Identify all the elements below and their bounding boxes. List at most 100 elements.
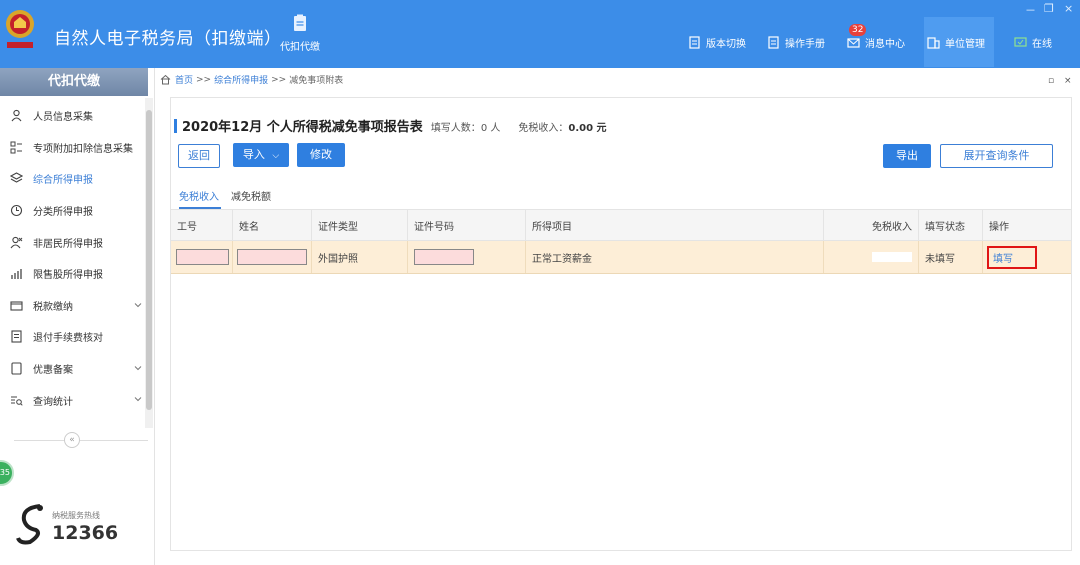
sidebar-item-nonresident-income[interactable]: 非居民所得申报 xyxy=(0,226,154,258)
tax-emblem-logo xyxy=(6,10,34,48)
clock-icon xyxy=(10,205,23,217)
sidebar-item-label: 退付手续费核对 xyxy=(33,333,103,345)
data-table: 工号 姓名 证件类型 证件号码 所得项目 免税收入 填写状态 操作 外国护照 正… xyxy=(171,209,1071,274)
tab-restore-button[interactable]: ▫ xyxy=(1048,76,1054,86)
table-header-row: 工号 姓名 证件类型 证件号码 所得项目 免税收入 填写状态 操作 xyxy=(171,209,1071,241)
tab-exempt-income[interactable]: 免税收入 xyxy=(179,188,221,209)
sidebar-scroll-thumb[interactable] xyxy=(146,110,152,410)
sidebar-item-refund-fee[interactable]: 退付手续费核对 xyxy=(0,321,154,353)
building-icon xyxy=(927,36,940,49)
module-withholding-button[interactable]: 代扣代缴 xyxy=(274,14,326,53)
unit-management-button[interactable]: 单位管理 xyxy=(924,17,994,67)
version-switch-button[interactable]: 版本切换 xyxy=(688,17,746,67)
sidebar-item-label: 人员信息采集 xyxy=(33,112,93,124)
minimize-button[interactable]: － xyxy=(1025,2,1036,18)
action-cell: 填写 xyxy=(983,241,1071,273)
sidebar-item-comprehensive-income[interactable]: 综合所得申报 xyxy=(0,163,154,195)
version-switch-label: 版本切换 xyxy=(706,38,746,50)
export-button[interactable]: 导出 xyxy=(883,144,931,168)
manual-button[interactable]: 操作手册 xyxy=(767,17,825,67)
manual-label: 操作手册 xyxy=(785,38,825,50)
income-item-cell: 正常工资薪金 xyxy=(526,241,824,273)
bar-chart-icon xyxy=(11,269,22,280)
column-header: 所得项目 xyxy=(526,210,824,240)
sidebar-item-tax-payment[interactable]: 税款缴纳 xyxy=(0,290,154,322)
person-icon xyxy=(11,110,22,122)
name-cell xyxy=(233,241,312,273)
column-header: 操作 xyxy=(989,221,1009,233)
sidebar-item-label: 专项附加扣除信息采集 xyxy=(33,143,133,155)
column-header: 证件号码 xyxy=(408,210,526,240)
sidebar: 代扣代缴 人员信息采集 专项附加扣除信息采集 综合所得申报 分类所得申报 非居民… xyxy=(0,68,155,565)
page-title: 2020年12月 个人所得税减免事项报告表 xyxy=(182,120,423,135)
receipt-icon xyxy=(11,330,22,344)
document-icon xyxy=(689,35,700,49)
book-icon xyxy=(768,35,779,49)
sidebar-item-label: 税款缴纳 xyxy=(33,301,73,313)
column-header: 姓名 xyxy=(233,210,312,240)
hotline-number: 12366 xyxy=(52,522,119,544)
breadcrumb-comprehensive-link[interactable]: 综合所得申报 xyxy=(214,73,268,86)
breadcrumb-current: 减免事项附表 xyxy=(289,76,344,86)
breadcrumb: 首页 >> 综合所得申报 >> 减免事项附表 xyxy=(160,73,343,86)
sidebar-item-label: 非居民所得申报 xyxy=(33,238,103,250)
import-dropdown-button[interactable]: 导入 ⌵ xyxy=(233,143,289,167)
online-status-button[interactable]: 在线 xyxy=(1014,17,1052,67)
search-list-icon xyxy=(11,396,23,406)
collapse-sidebar-button[interactable]: « xyxy=(64,432,80,448)
breadcrumb-home-link[interactable]: 首页 xyxy=(175,73,193,86)
column-header: 工号 xyxy=(171,210,233,240)
employee-id-cell xyxy=(171,241,233,273)
sidebar-item-classified-income[interactable]: 分类所得申报 xyxy=(0,195,154,227)
chevron-down-icon xyxy=(134,302,142,307)
filled-count-label: 填写人数： xyxy=(430,123,481,134)
sidebar-item-label: 综合所得申报 xyxy=(33,175,93,187)
sidebar-item-restricted-stock[interactable]: 限售股所得申报 xyxy=(0,258,154,290)
exempt-income-label: 免税收入： xyxy=(518,123,569,134)
id-type-cell: 外国护照 xyxy=(312,241,408,273)
exempt-income-cell xyxy=(824,241,919,273)
sidebar-item-label: 优惠备案 xyxy=(33,365,73,377)
report-header: 2020年12月 个人所得税减免事项报告表 填写人数： 0 人 免税收入： 0.… xyxy=(174,116,607,135)
headset-icon xyxy=(16,504,43,545)
sidebar-item-personnel-info[interactable]: 人员信息采集 xyxy=(0,100,154,132)
import-label: 导入 xyxy=(242,148,265,161)
sidebar-scrollbar[interactable] xyxy=(145,98,153,428)
sidebar-item-label: 分类所得申报 xyxy=(33,207,93,219)
back-button[interactable]: 返回 xyxy=(178,144,220,168)
sidebar-item-label: 查询统计 xyxy=(33,396,73,408)
fill-in-link[interactable]: 填写 xyxy=(987,245,1037,269)
table-row[interactable]: 外国护照 正常工资薪金 未填写 填写 xyxy=(171,241,1071,274)
breadcrumb-separator: >> xyxy=(196,74,212,85)
monitor-icon xyxy=(1014,36,1027,47)
person-x-icon xyxy=(10,236,23,249)
modify-button[interactable]: 修改 xyxy=(297,143,345,167)
tab-tax-reduction[interactable]: 减免税额 xyxy=(231,188,273,209)
expand-query-button[interactable]: 展开查询条件 xyxy=(940,144,1053,168)
status-cell: 未填写 xyxy=(919,241,983,273)
sidebar-item-preferential-filing[interactable]: 优惠备案 xyxy=(0,353,154,385)
sidebar-item-special-deduction[interactable]: 专项附加扣除信息采集 xyxy=(0,132,154,164)
column-header: 证件类型 xyxy=(312,210,408,240)
layers-icon xyxy=(10,172,23,184)
restore-button[interactable]: ❐ xyxy=(1044,2,1054,15)
sidebar-item-label: 限售股所得申报 xyxy=(33,270,103,282)
divider xyxy=(14,440,148,441)
sidebar-item-query-statistics[interactable]: 查询统计 xyxy=(0,384,154,416)
online-status-label: 在线 xyxy=(1032,38,1052,50)
sub-tabs: 免税收入 减免税额 xyxy=(179,188,283,209)
hotline-panel: 纳税服务热线 12366 xyxy=(16,500,141,550)
floating-assistant-ball[interactable]: 35 xyxy=(0,460,14,486)
report-panel: 2020年12月 个人所得税减免事项报告表 填写人数： 0 人 免税收入： 0.… xyxy=(170,97,1072,551)
module-label: 代扣代缴 xyxy=(280,42,320,53)
chevron-down-icon: ⌵ xyxy=(272,151,280,161)
redacted-id-number xyxy=(414,249,474,265)
message-count-badge: 32 xyxy=(849,24,867,36)
id-number-cell xyxy=(408,241,526,273)
app-title: 自然人电子税务局（扣缴端） xyxy=(54,29,282,49)
hotline-label: 纳税服务热线 xyxy=(52,511,100,520)
title-accent-bar xyxy=(174,118,177,133)
unit-management-label: 单位管理 xyxy=(945,38,985,50)
tab-close-button[interactable]: × xyxy=(1064,76,1072,86)
close-button[interactable]: × xyxy=(1064,2,1073,15)
